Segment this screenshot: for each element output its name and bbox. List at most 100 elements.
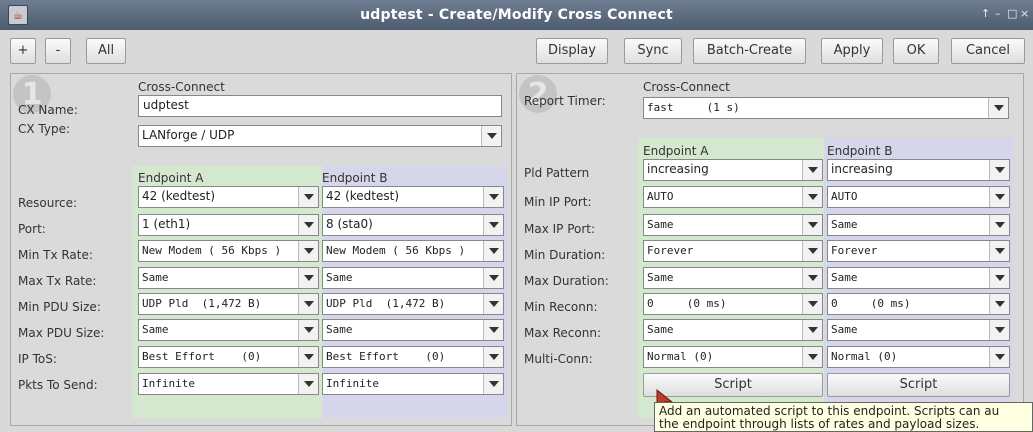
cx-name-value: udptest (143, 98, 189, 112)
resource-a-select[interactable]: 42 (kedtest) (138, 186, 319, 208)
max-duration-a-select[interactable]: Same (643, 267, 823, 289)
max-duration-b-select[interactable]: Same (827, 267, 1010, 289)
section-title: Cross-Connect (643, 80, 730, 94)
endpoint-a-header: Endpoint A (138, 171, 204, 185)
max-pdu-size-b-value: Same (326, 323, 353, 336)
chevron-down-icon (989, 347, 1009, 367)
pld-pattern-label: Pld Pattern (524, 166, 590, 180)
min-pdu-size-b-value: UDP Pld (1,472 B) (326, 297, 446, 310)
apply-button[interactable]: Apply (821, 38, 883, 64)
remove-button[interactable]: - (45, 38, 71, 64)
chevron-down-icon (802, 215, 822, 235)
chevron-down-icon (988, 98, 1008, 118)
window-close-icon[interactable]: × (1020, 7, 1029, 20)
min-pdu-size-a-select[interactable]: UDP Pld (1,472 B) (138, 293, 319, 315)
chevron-down-icon (802, 187, 822, 207)
pkts-to-send-b-select[interactable]: Infinite (322, 373, 504, 395)
max-tx-rate-label: Max Tx Rate: (18, 274, 97, 288)
max-ip-port-a-select[interactable]: Same (643, 214, 823, 236)
ip-tos-b-select[interactable]: Best Effort (0) (322, 346, 504, 368)
window-title: udptest - Create/Modify Cross Connect (360, 7, 673, 23)
pld-pattern-a-select[interactable]: increasing (643, 159, 823, 181)
multi-conn-b-select[interactable]: Normal (0) (827, 346, 1010, 368)
cx-type-select[interactable]: LANforge / UDP (138, 125, 502, 147)
chevron-down-icon (483, 347, 503, 367)
batch-create-button[interactable]: Batch-Create (693, 38, 806, 64)
min-reconn-a-select[interactable]: 0 (0 ms) (643, 293, 823, 315)
window-shade-icon[interactable]: ↑ (981, 7, 990, 20)
chevron-down-icon (298, 215, 318, 235)
all-button[interactable]: All (86, 38, 126, 64)
section-title: Cross-Connect (138, 80, 225, 94)
min-tx-rate-a-select[interactable]: New Modem ( 56 Kbps ) (138, 240, 319, 262)
max-pdu-size-a-select[interactable]: Same (138, 319, 319, 341)
min-ip-port-label: Min IP Port: (524, 195, 592, 209)
min-pdu-size-b-select[interactable]: UDP Pld (1,472 B) (322, 293, 504, 315)
max-pdu-size-label: Max PDU Size: (18, 326, 105, 340)
port-b-select[interactable]: 8 (sta0) (322, 214, 504, 236)
min-reconn-b-select[interactable]: 0 (0 ms) (827, 293, 1010, 315)
chevron-down-icon (298, 187, 318, 207)
cx-name-label: CX Name: (18, 103, 78, 117)
min-pdu-size-label: Min PDU Size: (18, 300, 101, 314)
cx-name-field[interactable]: udptest (138, 95, 502, 117)
max-ip-port-b-select[interactable]: Same (827, 214, 1010, 236)
port-a-select[interactable]: 1 (eth1) (138, 214, 319, 236)
max-duration-b-value: Same (831, 271, 858, 284)
pkts-to-send-a-value: Infinite (142, 377, 195, 390)
chevron-down-icon (483, 268, 503, 288)
chevron-down-icon (483, 215, 503, 235)
min-tx-rate-b-select[interactable]: New Modem ( 56 Kbps ) (322, 240, 504, 262)
sync-button[interactable]: Sync (624, 38, 682, 64)
min-pdu-size-a-value: UDP Pld (1,472 B) (142, 297, 262, 310)
resource-label: Resource: (18, 196, 78, 210)
max-duration-a-value: Same (647, 271, 674, 284)
chevron-down-icon (989, 241, 1009, 261)
panel-cross-connect-2: 2 Cross-Connect Report Timer: fast (1 s)… (516, 73, 1024, 426)
min-ip-port-b-select[interactable]: AUTO (827, 186, 1010, 208)
pkts-to-send-a-select[interactable]: Infinite (138, 373, 319, 395)
report-timer-select[interactable]: fast (1 s) (643, 97, 1009, 119)
max-tx-rate-b-value: Same (326, 271, 353, 284)
max-pdu-size-b-select[interactable]: Same (322, 319, 504, 341)
ip-tos-b-value: Best Effort (0) (326, 350, 446, 363)
max-ip-port-b-value: Same (831, 218, 858, 231)
multi-conn-a-value: Normal (0) (647, 350, 714, 363)
min-reconn-b-value: 0 (0 ms) (831, 297, 911, 310)
max-reconn-b-select[interactable]: Same (827, 319, 1010, 341)
max-reconn-a-select[interactable]: Same (643, 319, 823, 341)
panel-cross-connect-1: 1 Cross-Connect CX Name: udptest CX Type… (10, 73, 512, 426)
cancel-button[interactable]: Cancel (951, 38, 1025, 64)
chevron-down-icon (989, 294, 1009, 314)
min-ip-port-b-value: AUTO (831, 190, 858, 203)
chevron-down-icon (989, 160, 1009, 180)
min-reconn-a-value: 0 (0 ms) (647, 297, 727, 310)
display-button[interactable]: Display (536, 38, 608, 64)
min-reconn-label: Min Reconn: (524, 300, 598, 314)
chevron-down-icon (989, 268, 1009, 288)
resource-b-select[interactable]: 42 (kedtest) (322, 186, 504, 208)
max-tx-rate-b-select[interactable]: Same (322, 267, 504, 289)
ip-tos-a-select[interactable]: Best Effort (0) (138, 346, 319, 368)
chevron-down-icon (989, 187, 1009, 207)
port-label: Port: (18, 222, 46, 236)
min-ip-port-a-select[interactable]: AUTO (643, 186, 823, 208)
tooltip-line-2: the endpoint through lists of rates and … (659, 417, 980, 431)
ok-button[interactable]: OK (893, 38, 939, 64)
multi-conn-a-select[interactable]: Normal (0) (643, 346, 823, 368)
window-minimize-icon[interactable]: – (995, 7, 1001, 20)
max-tx-rate-a-select[interactable]: Same (138, 267, 319, 289)
pld-pattern-b-select[interactable]: increasing (827, 159, 1010, 181)
script-b-button[interactable]: Script (827, 373, 1010, 397)
endpoint-b-header: Endpoint B (827, 144, 893, 158)
chevron-down-icon (298, 294, 318, 314)
min-duration-b-select[interactable]: Forever (827, 240, 1010, 262)
min-duration-a-select[interactable]: Forever (643, 240, 823, 262)
script-tooltip: Add an automated script to this endpoint… (654, 402, 1033, 432)
title-bar: ☕ udptest - Create/Modify Cross Connect … (0, 0, 1033, 30)
pkts-to-send-b-value: Infinite (326, 377, 379, 390)
min-tx-rate-a-value: New Modem ( 56 Kbps ) (142, 244, 282, 257)
window-maximize-icon[interactable]: □ (1007, 7, 1017, 20)
add-button[interactable]: + (10, 38, 36, 64)
max-duration-label: Max Duration: (524, 274, 609, 288)
